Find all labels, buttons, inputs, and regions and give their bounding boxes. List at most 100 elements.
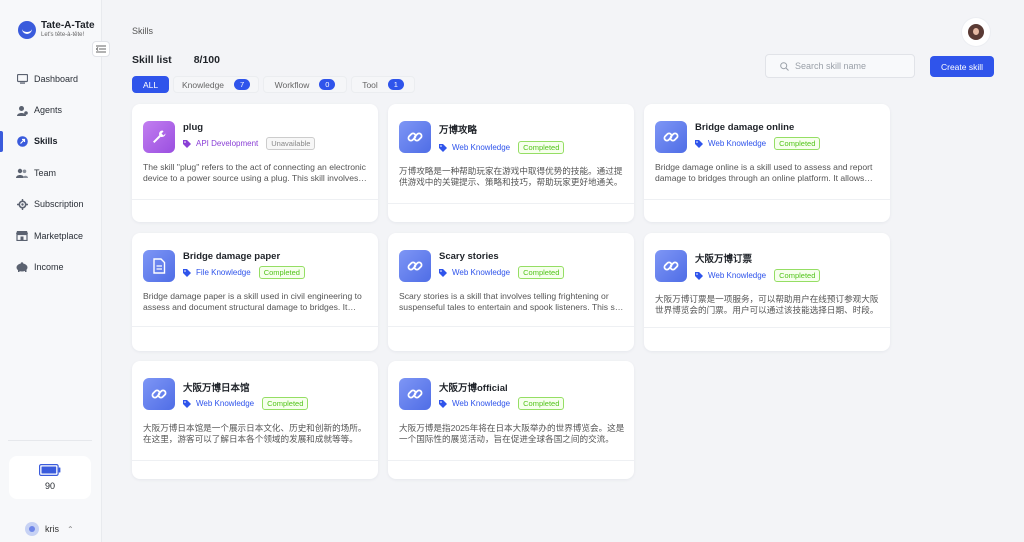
sidebar-item-label: Subscription (34, 199, 84, 210)
battery-icon (39, 464, 61, 479)
status-badge: Completed (518, 141, 565, 154)
sidebar-item-skills[interactable]: Skills (0, 126, 102, 157)
link-icon (655, 121, 687, 153)
app-name: Tate-A-Tate (41, 20, 95, 31)
skill-title: Scary stories (439, 251, 499, 262)
income-icon (16, 261, 28, 273)
skill-meta: Web Knowledge Completed (439, 397, 565, 410)
tag-icon (183, 399, 191, 408)
tag-icon (439, 143, 447, 152)
sidebar-item-team[interactable]: Team (0, 157, 102, 188)
profile-avatar[interactable] (962, 18, 990, 46)
skill-type: Web Knowledge (452, 399, 511, 408)
skill-meta: API Development Unavailable (183, 137, 316, 150)
skill-meta: Web Knowledge Completed (695, 269, 821, 282)
skill-card[interactable]: 万博攻略 Web Knowledge Completed 万博攻略是一种帮助玩家… (388, 104, 634, 222)
tab-label: Workflow (274, 79, 310, 90)
search-input[interactable] (795, 61, 905, 71)
sidebar-item-dashboard[interactable]: Dashboard (0, 63, 102, 94)
credits-card[interactable]: 90 (9, 456, 91, 499)
user-avatar-icon (25, 522, 39, 536)
skill-description: The skill "plug" refers to the act of co… (143, 162, 366, 183)
sidebar-item-label: Team (34, 167, 57, 178)
skill-card[interactable]: 大阪万博日本馆 Web Knowledge Completed 大阪万博日本馆是… (132, 361, 378, 479)
status-badge: Unavailable (266, 137, 316, 150)
tab-count-badge: 7 (234, 79, 251, 90)
card-divider (644, 327, 890, 328)
tab-all[interactable]: ALL (132, 76, 169, 93)
skill-title: 大阪万博official (439, 383, 508, 394)
status-badge: Completed (518, 266, 565, 279)
card-divider (132, 199, 378, 200)
sidebar-item-marketplace[interactable]: Marketplace (0, 220, 102, 251)
skill-card[interactable]: Bridge damage paper File Knowledge Compl… (132, 233, 378, 351)
skill-card[interactable]: plug API Development Unavailable The ski… (132, 104, 378, 222)
tag-icon (695, 139, 703, 148)
card-divider (132, 460, 378, 461)
skill-type: Web Knowledge (452, 268, 511, 277)
skills-icon (16, 135, 28, 147)
tab-label: Tool (362, 79, 378, 90)
filter-tabs: ALL Knowledge 7 Workflow 0 Tool 1 (132, 76, 419, 93)
sidebar-item-agents[interactable]: Agents (0, 94, 102, 125)
link-icon (655, 250, 687, 282)
user-menu[interactable]: kris ⌃ (25, 522, 74, 536)
skill-type: Web Knowledge (708, 271, 767, 280)
status-badge: Completed (518, 397, 565, 410)
skill-description: 大阪万博是指2025年将在日本大阪举办的世界博览会。这是一个国际性的展览活动，旨… (399, 423, 625, 444)
collapse-sidebar-button[interactable] (92, 41, 110, 57)
status-badge: Completed (258, 266, 305, 279)
skill-list-title: Skill list (132, 54, 172, 66)
skill-type: Web Knowledge (196, 399, 255, 408)
sidebar: Tate-A-Tate Let's tête-à-tête! Dashboard… (0, 0, 102, 542)
sidebar-item-label: Agents (34, 105, 63, 116)
skill-type: File Knowledge (196, 268, 251, 277)
search-box[interactable] (765, 54, 915, 78)
card-divider (132, 326, 378, 327)
sidebar-item-label: Skills (34, 136, 58, 147)
skill-card[interactable]: Bridge damage online Web Knowledge Compl… (644, 104, 890, 222)
skill-description: 大阪万博日本馆是一个展示日本文化、历史和创新的场所。在这里，游客可以了解日本各个… (143, 423, 367, 444)
file-icon (143, 250, 175, 282)
breadcrumb: Skills (132, 26, 154, 36)
tab-workflow[interactable]: Workflow 0 (263, 76, 347, 93)
skill-description: 大阪万博订票是一项服务，可以帮助用户在线预订参观大阪世界博览会的门票。用户可以通… (655, 294, 879, 315)
card-divider (388, 326, 634, 327)
skill-card[interactable]: Scary stories Web Knowledge Completed Sc… (388, 233, 634, 351)
page-title: Skill list 8/100 (132, 54, 220, 66)
status-badge: Completed (262, 397, 309, 410)
skill-card[interactable]: 大阪万博订票 Web Knowledge Completed 大阪万博订票是一项… (644, 233, 890, 351)
sidebar-item-income[interactable]: Income (0, 251, 102, 282)
tag-icon (439, 399, 447, 408)
tab-label: Knowledge (181, 79, 225, 90)
tag-icon (439, 268, 447, 277)
chevron-up-icon: ⌃ (67, 524, 74, 534)
avatar-photo (968, 24, 984, 40)
skill-title: 大阪万博订票 (695, 254, 753, 265)
status-badge: Completed (774, 269, 821, 282)
credits-value: 90 (44, 481, 55, 491)
app-logo[interactable]: Tate-A-Tate Let's tête-à-tête! (18, 20, 95, 39)
tab-label: ALL (142, 79, 159, 90)
skill-card[interactable]: 大阪万博official Web Knowledge Completed 大阪万… (388, 361, 634, 479)
link-icon (143, 378, 175, 410)
sidebar-divider (8, 440, 92, 441)
skill-meta: Web Knowledge Completed (695, 137, 821, 150)
card-divider (388, 460, 634, 461)
sidebar-item-subscription[interactable]: Subscription (0, 189, 102, 220)
skill-title: Bridge damage online (695, 122, 795, 133)
skill-count: 8/100 (193, 54, 220, 66)
dashboard-icon (16, 73, 28, 85)
user-name: kris (45, 524, 59, 534)
skill-meta: Web Knowledge Completed (439, 266, 565, 279)
skill-description: 万博攻略是一种帮助玩家在游戏中取得优势的技能。通过提供游戏中的关键提示、策略和技… (399, 166, 623, 187)
link-icon (399, 250, 431, 282)
tab-tool[interactable]: Tool 1 (351, 76, 415, 93)
skill-description: Scary stories is a skill that involves t… (399, 291, 625, 312)
tab-knowledge[interactable]: Knowledge 7 (173, 76, 259, 93)
card-divider (388, 203, 634, 204)
sidebar-nav: Dashboard Agents Skills Team Subscriptio… (0, 63, 102, 283)
team-icon (16, 167, 28, 179)
create-skill-button[interactable]: Create skill (930, 56, 994, 77)
skill-meta: Web Knowledge Completed (183, 397, 309, 410)
